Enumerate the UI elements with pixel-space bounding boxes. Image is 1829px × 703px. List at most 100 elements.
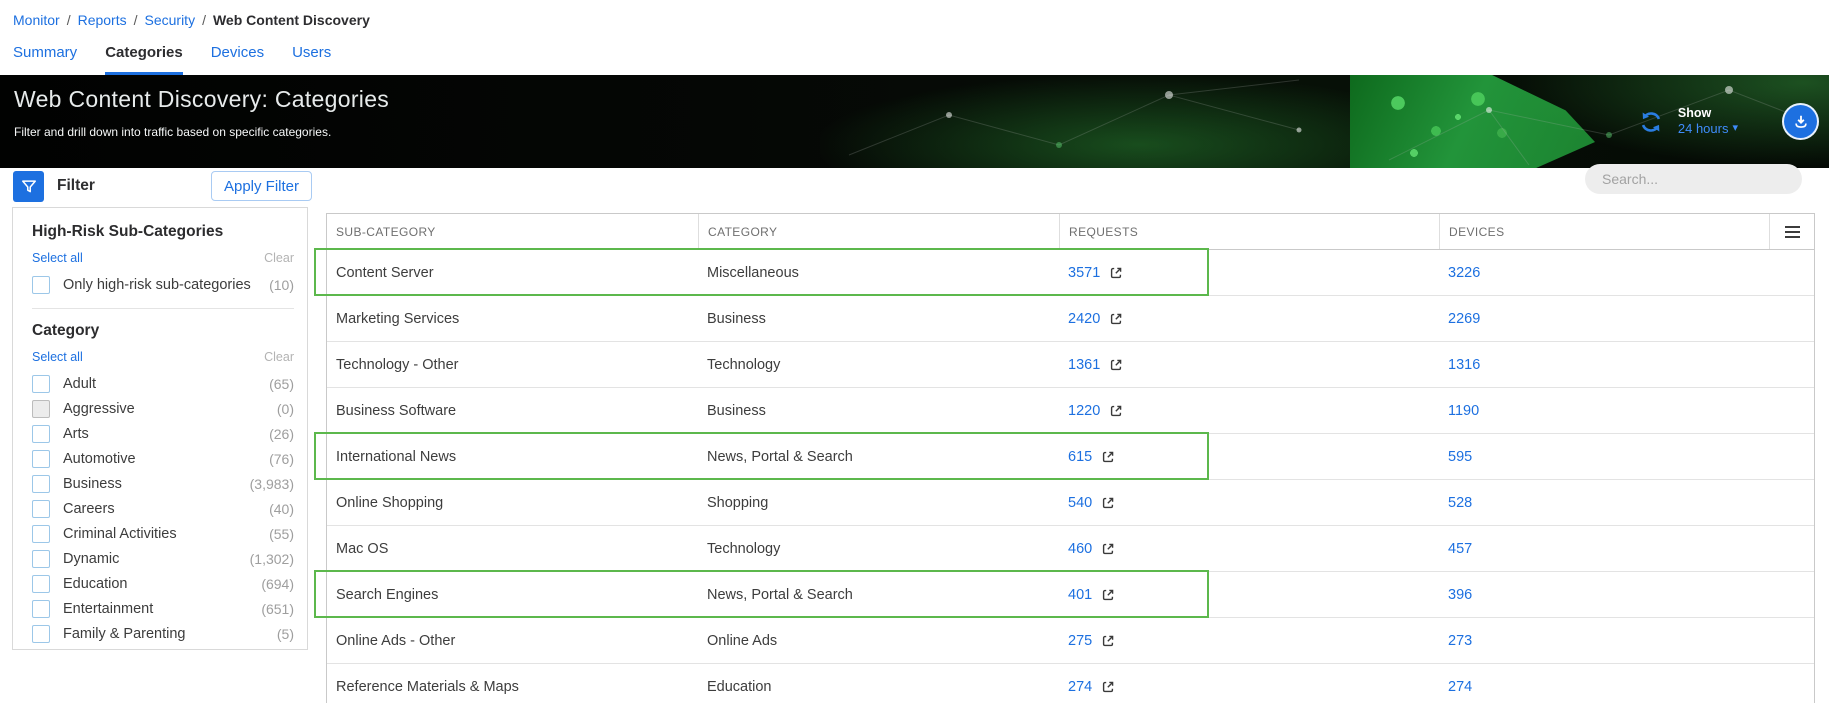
download-button[interactable] <box>1782 103 1819 140</box>
checkbox[interactable] <box>32 500 50 518</box>
category-option[interactable]: Dynamic (1,302) <box>32 546 294 571</box>
sub-category-cell: Mac OS <box>327 526 698 571</box>
sub-category-cell: Content Server <box>327 250 698 295</box>
breadcrumb-link[interactable]: Reports <box>78 12 127 28</box>
checkbox[interactable] <box>32 575 50 593</box>
table-body: Content Server Miscellaneous 3571 <box>327 250 1814 703</box>
category-option[interactable]: Automotive (76) <box>32 446 294 471</box>
table-menu-button[interactable] <box>1769 214 1814 249</box>
requests-link[interactable]: 275 <box>1068 633 1092 649</box>
category-option[interactable]: Entertainment (651) <box>32 596 294 621</box>
requests-link[interactable]: 1361 <box>1068 357 1100 373</box>
high-risk-clear-link[interactable]: Clear <box>264 251 294 265</box>
filter-toggle-button[interactable] <box>13 171 44 202</box>
checkbox[interactable] <box>32 625 50 643</box>
requests-link[interactable]: 540 <box>1068 495 1092 511</box>
time-range-selector: Show 24 hours ▾ <box>1678 106 1738 138</box>
external-link-icon[interactable] <box>1108 265 1124 281</box>
table-row: Online Shopping Shopping 540 <box>327 479 1814 525</box>
row-menu-cell <box>1769 296 1814 341</box>
checkbox[interactable] <box>32 425 50 443</box>
devices-link[interactable]: 3226 <box>1448 265 1480 281</box>
external-link-icon[interactable] <box>1100 679 1116 695</box>
requests-link[interactable]: 615 <box>1068 449 1092 465</box>
devices-link[interactable]: 1190 <box>1448 403 1479 419</box>
checkbox[interactable] <box>32 525 50 543</box>
devices-link[interactable]: 273 <box>1448 633 1472 649</box>
external-link-icon[interactable] <box>1100 495 1116 511</box>
category-option-list: Adult (65) Aggressive (0) Arts (26) <box>32 371 294 646</box>
breadcrumb-link[interactable]: Monitor <box>13 12 60 28</box>
devices-link[interactable]: 2269 <box>1448 311 1480 327</box>
category-option[interactable]: Arts (26) <box>32 421 294 446</box>
high-risk-select-all-link[interactable]: Select all <box>32 251 83 265</box>
checkbox[interactable] <box>32 400 50 418</box>
category-option[interactable]: Criminal Activities (55) <box>32 521 294 546</box>
category-cell: Technology <box>698 342 1059 387</box>
devices-cell: 528 <box>1439 480 1769 525</box>
category-cell: News, Portal & Search <box>698 572 1059 617</box>
sub-category-cell: Reference Materials & Maps <box>327 664 698 703</box>
category-option-label: Criminal Activities <box>63 526 177 542</box>
devices-link[interactable]: 457 <box>1448 541 1472 557</box>
external-link-icon[interactable] <box>1100 541 1116 557</box>
requests-link[interactable]: 460 <box>1068 541 1092 557</box>
category-option-count: (40) <box>269 501 294 517</box>
category-option[interactable]: Family & Parenting (5) <box>32 621 294 646</box>
column-header-requests[interactable]: REQUESTS <box>1059 214 1439 249</box>
show-label: Show <box>1678 106 1738 122</box>
column-header-devices[interactable]: DEVICES <box>1439 214 1769 249</box>
column-header-sub-category[interactable]: SUB-CATEGORY <box>327 214 698 249</box>
download-icon <box>1791 112 1811 132</box>
checkbox[interactable] <box>32 276 50 294</box>
requests-link[interactable]: 401 <box>1068 587 1092 603</box>
category-option[interactable]: Careers (40) <box>32 496 294 521</box>
checkbox[interactable] <box>32 550 50 568</box>
row-menu-cell <box>1769 526 1814 571</box>
tab[interactable]: Summary <box>13 44 77 76</box>
requests-link[interactable]: 2420 <box>1068 311 1100 327</box>
high-risk-option[interactable]: Only high-risk sub-categories (10) <box>32 272 294 297</box>
checkbox[interactable] <box>32 475 50 493</box>
requests-link[interactable]: 3571 <box>1068 265 1100 281</box>
category-option-label: Adult <box>63 376 96 392</box>
checkbox[interactable] <box>32 450 50 468</box>
external-link-icon[interactable] <box>1108 311 1124 327</box>
high-risk-option-label: Only high-risk sub-categories <box>63 277 251 293</box>
table-row: International News News, Portal & Search… <box>327 433 1814 479</box>
external-link-icon[interactable] <box>1100 587 1116 603</box>
category-clear-link[interactable]: Clear <box>264 350 294 364</box>
refresh-icon[interactable] <box>1638 109 1664 135</box>
devices-link[interactable]: 528 <box>1448 495 1472 511</box>
tab[interactable]: Devices <box>211 44 264 76</box>
devices-link[interactable]: 595 <box>1448 449 1472 465</box>
category-option[interactable]: Business (3,983) <box>32 471 294 496</box>
external-link-icon[interactable] <box>1108 403 1124 419</box>
checkbox[interactable] <box>32 375 50 393</box>
category-option[interactable]: Adult (65) <box>32 371 294 396</box>
external-link-icon[interactable] <box>1100 449 1116 465</box>
breadcrumb-link[interactable]: Security <box>145 12 196 28</box>
column-header-category[interactable]: CATEGORY <box>698 214 1059 249</box>
breadcrumb: Monitor / Reports / Security / Web Conte… <box>13 12 370 28</box>
requests-cell: 540 <box>1059 480 1439 525</box>
tab[interactable]: Users <box>292 44 331 76</box>
devices-link[interactable]: 396 <box>1448 587 1472 603</box>
category-option-count: (26) <box>269 426 294 442</box>
apply-filter-button[interactable]: Apply Filter <box>211 171 312 201</box>
external-link-icon[interactable] <box>1100 633 1116 649</box>
requests-link[interactable]: 1220 <box>1068 403 1100 419</box>
devices-link[interactable]: 1316 <box>1448 357 1480 373</box>
category-option[interactable]: Education (694) <box>32 571 294 596</box>
category-select-all-link[interactable]: Select all <box>32 350 83 364</box>
tab[interactable]: Categories <box>105 44 183 76</box>
checkbox[interactable] <box>32 600 50 618</box>
sub-category-cell: Technology - Other <box>327 342 698 387</box>
devices-link[interactable]: 274 <box>1448 679 1472 695</box>
external-link-icon[interactable] <box>1108 357 1124 373</box>
category-option[interactable]: Aggressive (0) <box>32 396 294 421</box>
requests-link[interactable]: 274 <box>1068 679 1092 695</box>
time-range-dropdown[interactable]: 24 hours ▾ <box>1678 121 1738 137</box>
table-row: Technology - Other Technology 1361 <box>327 341 1814 387</box>
search-input[interactable] <box>1585 164 1802 194</box>
